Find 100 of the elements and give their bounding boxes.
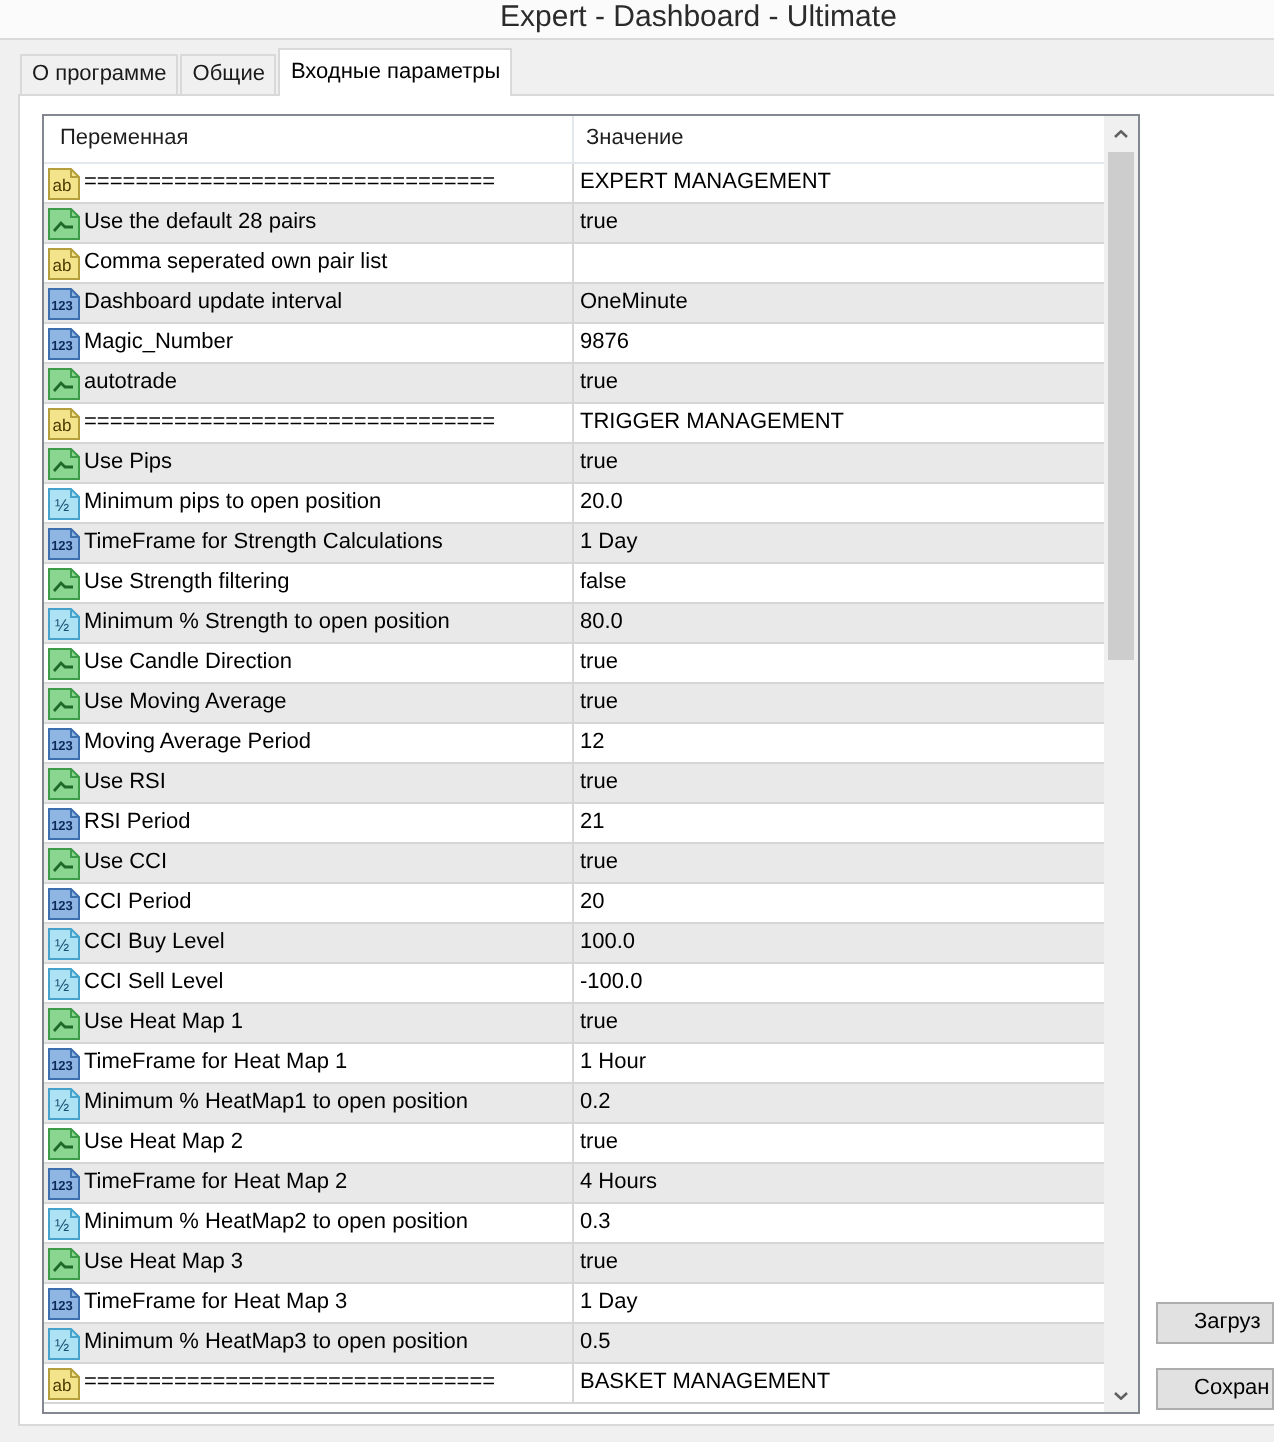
tab[interactable]: Входные параметры [278,48,513,96]
table-row[interactable]: Use Heat Map 3 true [44,1244,1104,1284]
parameter-name: ================================ [84,408,496,438]
parameter-name: Magic_Number [84,328,234,358]
table-row[interactable]: ½ Minimum % Strength to open position 80.0 [44,604,1104,644]
parameter-name: Comma seperated own pair list [84,248,388,278]
table-row[interactable]: Use Moving Average true [44,684,1104,724]
table-row[interactable]: Use Heat Map 2 true [44,1124,1104,1164]
parameter-name: Use Heat Map 3 [84,1248,243,1278]
table-row[interactable]: ½ Minimum pips to open position 20.0 [44,484,1104,524]
parameter-value: true [580,848,618,878]
parameter-value: true [580,1128,618,1158]
window-title: Expert - Dashboard - Ultimate [500,0,897,36]
scrollbar[interactable] [1104,116,1138,1412]
fraction-type-icon: ½ [48,927,80,959]
parameter-value: -100.0 [580,968,643,998]
parameter-name: Use Strength filtering [84,568,290,598]
parameter-value: false [580,568,627,598]
parameter-name: Use RSI [84,768,166,798]
table-row[interactable]: ab ================================ TRIGGER MANAGEMENT [44,404,1104,444]
table-row[interactable]: ½ Minimum % HeatMap1 to open position 0.2 [44,1084,1104,1124]
parameter-value: 0.2 [580,1088,611,1118]
parameter-value: true [580,1248,618,1278]
chevron-down-icon [1114,1391,1128,1399]
step-line-icon [48,647,80,679]
column-header: Переменная [44,116,574,162]
parameter-value: 20.0 [580,488,623,518]
parameter-value: 9876 [580,328,629,358]
parameter-value: 0.3 [580,1208,611,1238]
parameter-name: ================================ [84,1368,496,1398]
parameter-value: BASKET MANAGEMENT [580,1368,831,1398]
fraction-type-icon: ½ [48,607,80,639]
table-row[interactable]: ab Comma seperated own pair list [44,244,1104,284]
table-row[interactable]: Use the default 28 pairs true [44,204,1104,244]
parameter-name: Use the default 28 pairs [84,208,317,238]
table-row[interactable]: autotrade true [44,364,1104,404]
parameter-value: true [580,368,618,398]
table-row[interactable]: Use Heat Map 1 true [44,1004,1104,1044]
table-row[interactable]: ab ================================ BASKET MANAGEMENT [44,1364,1104,1404]
parameter-value: 0.5 [580,1328,611,1358]
save-button[interactable]: Сохран [1156,1368,1274,1410]
text-type-icon: ab [48,167,80,199]
text-type-icon: ab [48,1367,80,1399]
parameter-name: Moving Average Period [84,728,312,758]
table-row[interactable]: ½ Minimum % HeatMap3 to open position 0.5 [44,1324,1104,1364]
parameter-name: Use Pips [84,448,173,478]
parameter-name: Dashboard update interval [84,288,343,318]
table-row[interactable]: Use CCI true [44,844,1104,884]
table-row[interactable]: ab ================================ EXPERT MANAGEMENT [44,164,1104,204]
tab[interactable]: Общие [180,54,277,94]
fraction-type-icon: ½ [48,1207,80,1239]
parameter-name: Minimum % HeatMap1 to open position [84,1088,468,1118]
step-line-icon [48,847,80,879]
parameter-name: Minimum % HeatMap2 to open position [84,1208,468,1238]
parameter-name: Use Candle Direction [84,648,292,678]
parameter-name: TimeFrame for Strength Calculations [84,528,443,558]
step-line-icon [48,447,80,479]
parameter-name: Minimum pips to open position [84,488,382,518]
chevron-up-icon [1114,129,1128,137]
parameter-name: TimeFrame for Heat Map 2 [84,1168,348,1198]
parameter-value: 12 [580,728,605,758]
step-line-icon [48,367,80,399]
parameter-name: TimeFrame for Heat Map 3 [84,1288,348,1318]
table-row[interactable]: Use Pips true [44,444,1104,484]
parameter-value: true [580,1008,618,1038]
table-row[interactable]: ½ CCI Sell Level -100.0 [44,964,1104,1004]
parameter-value: 20 [580,888,605,918]
parameter-name: Use Heat Map 2 [84,1128,243,1158]
parameter-value: 1 Hour [580,1048,647,1078]
parameter-name: Use CCI [84,848,168,878]
fraction-type-icon: ½ [48,1327,80,1359]
parameter-value: 100.0 [580,928,636,958]
parameter-value: 4 Hours [580,1168,658,1198]
parameter-value: EXPERT MANAGEMENT [580,168,832,198]
parameter-value: 80.0 [580,608,623,638]
parameter-name: CCI Sell Level [84,968,224,998]
step-line-icon [48,207,80,239]
parameter-value: true [580,448,618,478]
parameter-name: CCI Buy Level [84,928,225,958]
text-type-icon: ab [48,407,80,439]
parameter-name: RSI Period [84,808,191,838]
parameter-name: ================================ [84,168,496,198]
parameter-value: true [580,648,618,678]
parameter-value: OneMinute [580,288,688,318]
table-row[interactable]: Use RSI true [44,764,1104,804]
step-line-icon [48,1007,80,1039]
step-line-icon [48,687,80,719]
table-row[interactable]: Use Candle Direction true [44,644,1104,684]
tab[interactable]: О программе [20,54,179,94]
table-row[interactable]: ½ CCI Buy Level 100.0 [44,924,1104,964]
parameter-value: 1 Day [580,1288,638,1318]
table-row[interactable]: Use Strength filtering false [44,564,1104,604]
scrollbar-thumb[interactable] [1108,152,1134,660]
parameter-value: 1 Day [580,528,638,558]
parameter-name: CCI Period [84,888,192,918]
text-type-icon: ab [48,247,80,279]
parameter-name: Use Heat Map 1 [84,1008,243,1038]
step-line-icon [48,567,80,599]
load-button[interactable]: Загруз [1156,1302,1274,1344]
table-row[interactable]: ½ Minimum % HeatMap2 to open position 0.3 [44,1204,1104,1244]
